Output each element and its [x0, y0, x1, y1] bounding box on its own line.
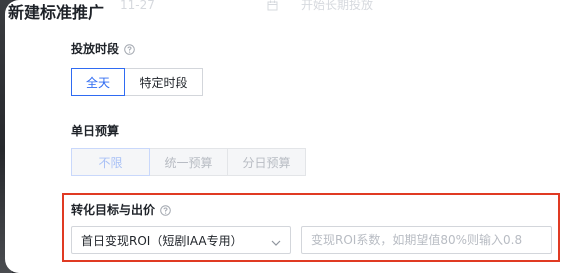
- schedule-segmented-control: 全天 特定时段: [71, 68, 203, 96]
- roi-coefficient-input[interactable]: [301, 226, 552, 254]
- daily-budget-segmented-control: 不限 统一预算 分日预算: [71, 148, 306, 176]
- long-term-delivery-option[interactable]: 开始长期投放: [301, 0, 373, 11]
- start-date-field[interactable]: 11-27: [115, 0, 285, 15]
- calendar-icon: [267, 0, 278, 13]
- schedule-option-specific-time[interactable]: 特定时段: [124, 68, 203, 96]
- daily-budget-label: 单日预算: [71, 124, 120, 138]
- create-campaign-panel: 11-27 开始长期投放 新建标准推广 投放时段 全天 特定时段 单日预算 不限…: [5, 0, 585, 273]
- schedule-label: 投放时段: [71, 42, 120, 56]
- start-date-value: 11-27: [120, 0, 155, 12]
- question-circle-icon[interactable]: [124, 43, 135, 55]
- conversion-label: 转化目标与出价: [71, 203, 156, 217]
- daily-budget-label-row: 单日预算: [71, 124, 119, 138]
- schedule-option-all-day[interactable]: 全天: [71, 68, 125, 96]
- conversion-goal-value: 首日变现ROI（短剧IAA专用）: [81, 233, 243, 248]
- question-circle-icon[interactable]: [160, 204, 171, 216]
- chevron-down-icon: [271, 236, 281, 250]
- conversion-label-row: 转化目标与出价: [71, 203, 171, 217]
- budget-option-unlimited[interactable]: 不限: [71, 148, 150, 176]
- budget-option-unified[interactable]: 统一预算: [149, 148, 228, 176]
- conversion-goal-select[interactable]: 首日变现ROI（短剧IAA专用）: [71, 226, 291, 254]
- schedule-label-row: 投放时段: [71, 42, 135, 56]
- page-title: 新建标准推广: [8, 3, 108, 23]
- budget-option-daily[interactable]: 分日预算: [227, 148, 306, 176]
